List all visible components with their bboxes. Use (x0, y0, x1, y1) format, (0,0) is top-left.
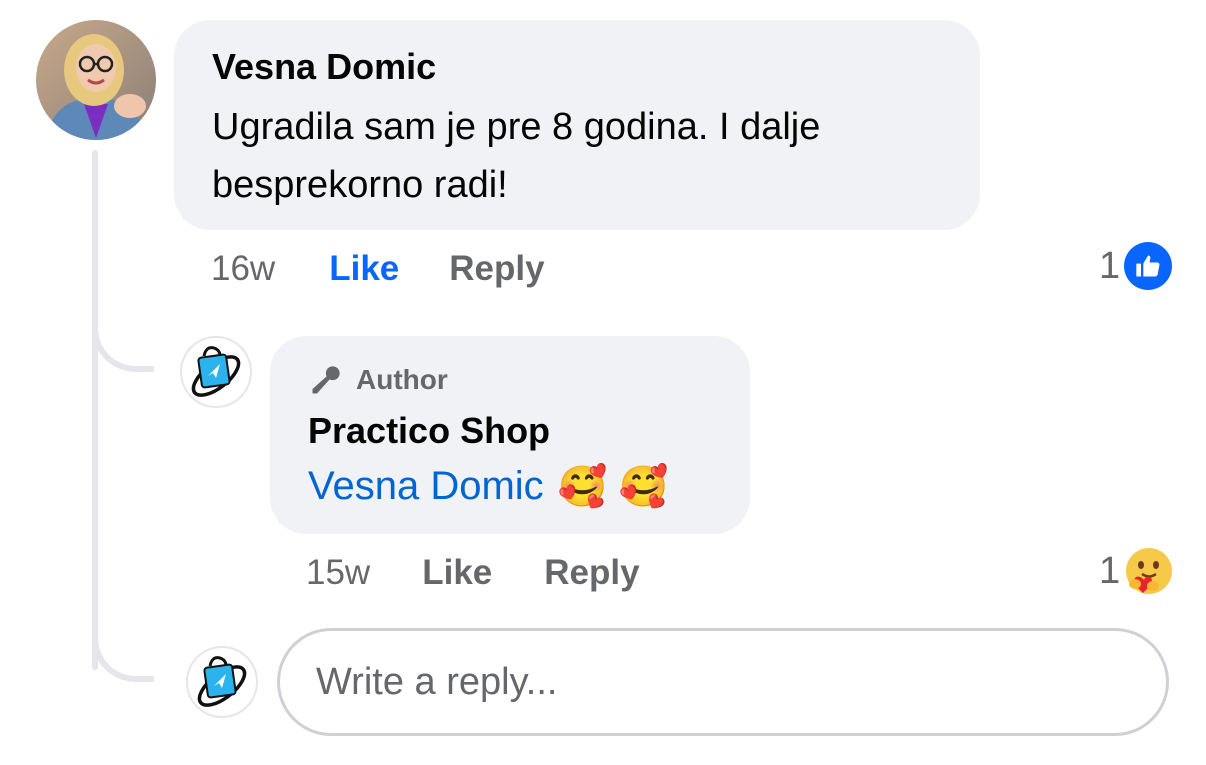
comment-bubble: Vesna Domic Ugradila sam je pre 8 godina… (174, 20, 980, 230)
shopping-bag-logo-icon (197, 656, 247, 707)
thread-branch-composer (92, 608, 154, 682)
microphone-icon (312, 366, 340, 394)
author-badge-label: Author (356, 364, 448, 395)
reply-reactions[interactable]: 1 (1099, 546, 1174, 596)
care-hug-emoji-icon (1126, 548, 1173, 594)
reply-timestamp[interactable]: 15w (306, 553, 370, 593)
reply-text: Vesna Domic 🥰 🥰 (308, 460, 712, 512)
comment-actions: 16w Like Reply (211, 246, 545, 292)
comment-reply-button[interactable]: Reply (449, 249, 544, 289)
composer-avatar (186, 646, 258, 718)
comment-reaction-count: 1 (1099, 244, 1121, 287)
commenter-avatar[interactable] (36, 20, 156, 140)
reply-bubble: Author Practico Shop Vesna Domic 🥰 🥰 (270, 336, 750, 534)
reply-author-name[interactable]: Practico Shop (308, 408, 712, 454)
reply-input[interactable] (277, 628, 1169, 736)
comment-timestamp[interactable]: 16w (211, 249, 275, 289)
comment-text-line: besprekorno radi! (212, 164, 508, 206)
mention-link[interactable]: Vesna Domic (308, 460, 544, 512)
comment-like-button[interactable]: Like (329, 249, 399, 289)
thumbs-up-icon (1124, 242, 1173, 290)
reply-reply-button[interactable]: Reply (544, 553, 639, 593)
reply-actions: 15w Like Reply (306, 550, 640, 596)
thread-branch-reply (92, 300, 154, 372)
smiling-face-with-hearts-emoji-icon: 🥰 🥰 (557, 464, 669, 509)
comment-text: Ugradila sam je pre 8 godina. I dalje be… (212, 98, 942, 214)
thread-line (92, 150, 98, 670)
reply-reaction-count: 1 (1099, 549, 1121, 592)
comment-reactions[interactable]: 1 (1099, 242, 1173, 290)
comment-text-line: Ugradila sam je pre 8 godina. I dalje (212, 106, 821, 148)
author-badge: Author (308, 362, 712, 398)
comment-author-name[interactable]: Vesna Domic (212, 44, 942, 90)
page-avatar[interactable] (180, 336, 252, 408)
reply-like-button[interactable]: Like (422, 553, 492, 593)
shopping-bag-logo-icon (191, 346, 241, 397)
